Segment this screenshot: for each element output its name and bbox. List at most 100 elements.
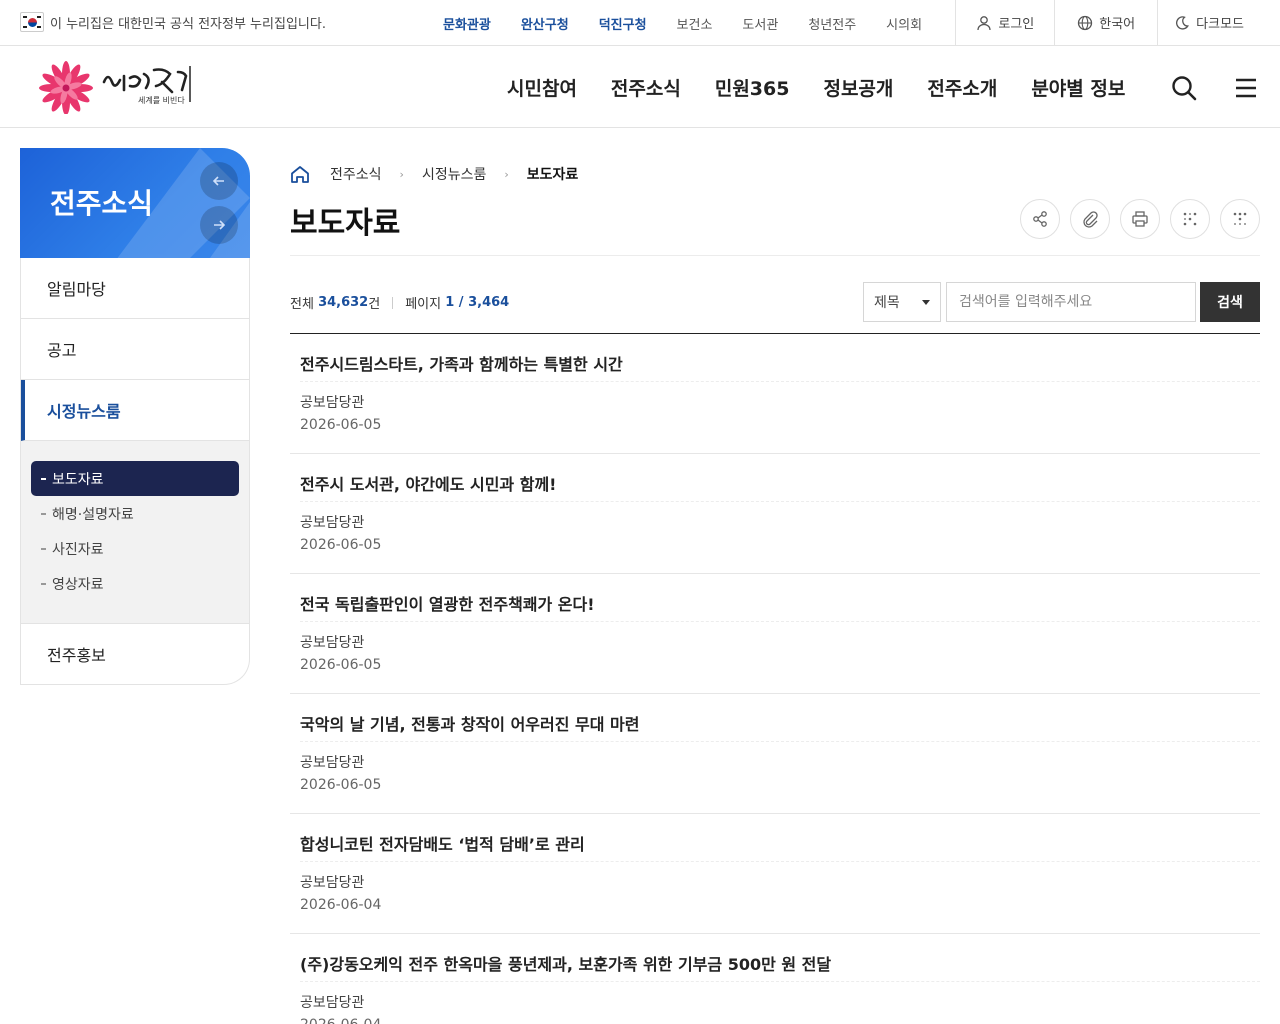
share-icon[interactable] — [1020, 199, 1060, 239]
search-input[interactable] — [946, 282, 1196, 322]
search-icon[interactable] — [1170, 74, 1198, 102]
post-date: 2026-06-05 — [300, 537, 382, 553]
post-writer: 공보담당관 — [300, 875, 365, 891]
family-sites: 문화관광 완산구청 덕진구청 보건소 도서관 청년전주 시의회 — [443, 14, 952, 33]
post-date: 2026-06-04 — [300, 897, 382, 913]
side-item-notice-board[interactable]: 알림마당 — [21, 258, 249, 319]
side-menu: 전주소식 알림마당 공고 시정뉴스룸 보도자료 해명·설명자료 사진자료 영상자… — [20, 148, 250, 685]
gnb-field-information[interactable]: 분야별 정보 — [1031, 74, 1125, 101]
breadcrumb-item[interactable]: 시정뉴스룸 — [422, 164, 486, 184]
post-writer: 공보담당관 — [300, 395, 365, 411]
post-row[interactable]: 전주시드림스타트, 가족과 함께하는 특별한 시간공보담당관 2026-06-05 — [290, 334, 1260, 454]
print-icon[interactable] — [1120, 199, 1160, 239]
top-utility-bar: 이 누리집은 대한민국 공식 전자정부 누리집입니다. 문화관광 완산구청 덕진… — [0, 0, 1280, 46]
post-row[interactable]: 국악의 날 기념, 전통과 창작이 어우러진 무대 마련공보담당관 2026-06… — [290, 694, 1260, 814]
site-link-culture-tour[interactable]: 문화관광 — [443, 14, 491, 33]
chevron-right-icon: › — [399, 167, 404, 181]
site-link-deokjin-gu[interactable]: 덕진구청 — [599, 14, 647, 33]
gov-notice-text: 이 누리집은 대한민국 공식 전자정부 누리집입니다. — [50, 16, 326, 32]
site-link-wansan-gu[interactable]: 완산구청 — [521, 14, 569, 33]
next-menu-button[interactable] — [200, 206, 238, 244]
page-indicator: 1 / 3,464 — [445, 295, 510, 310]
arrow-right-icon — [214, 220, 226, 230]
login-label: 로그인 — [998, 17, 1035, 32]
post-date: 2026-06-05 — [300, 657, 382, 673]
zoom-in-icon[interactable] — [1170, 199, 1210, 239]
language-button[interactable]: 한국어 — [1054, 0, 1157, 45]
home-icon[interactable] — [290, 164, 310, 184]
site-header: 세계를 비빈다 시민참여 전주소식 민원365 정보공개 전주소개 분야별 정보 — [0, 46, 1280, 128]
side-menu-list: 알림마당 공고 시정뉴스룸 보도자료 해명·설명자료 사진자료 영상자료 전주홍… — [20, 258, 250, 685]
sub-item-clarification[interactable]: 해명·설명자료 — [31, 496, 239, 531]
main-navigation: 시민참여 전주소식 민원365 정보공개 전주소개 분야별 정보 — [507, 74, 1125, 101]
page-label: 페이지 — [405, 297, 442, 312]
post-title[interactable]: 전주시드림스타트, 가족과 함께하는 특별한 시간 — [300, 351, 623, 375]
post-writer: 공보담당관 — [300, 755, 365, 771]
page-title: 보도자료 — [290, 206, 401, 241]
korea-flag-icon — [20, 12, 44, 32]
post-title[interactable]: 합성니코틴 전자담배도 ‘법적 담배’로 관리 — [300, 831, 585, 855]
sub-item-label: 사진자료 — [52, 541, 104, 558]
jeonju-logo[interactable]: 세계를 비빈다 — [32, 58, 202, 115]
total-label: 전체 — [290, 297, 314, 312]
sub-item-label: 보도자료 — [52, 471, 104, 488]
gnb-about-jeonju[interactable]: 전주소개 — [927, 74, 997, 101]
post-row[interactable]: 전주시 도서관, 야간에도 시민과 함께! 공보담당관 2026-06-05 — [290, 454, 1260, 574]
post-row[interactable]: 전국 독립출판인이 열광한 전주책쾌가 온다! 공보담당관 2026-06-05 — [290, 574, 1260, 694]
title-divider — [290, 255, 1260, 256]
post-title[interactable]: (주)강동오케익 전주 한옥마을 풍년제과, 보훈가족 위한 기부금 500만 … — [300, 951, 831, 975]
gnb-jeonju-news[interactable]: 전주소식 — [611, 74, 681, 101]
arrow-left-icon — [212, 176, 224, 186]
gnb-civil-service-365[interactable]: 민원365 — [715, 74, 790, 101]
post-row[interactable]: 합성니코틴 전자담배도 ‘법적 담배’로 관리공보담당관 2026-06-04 — [290, 814, 1260, 934]
globe-icon — [1078, 15, 1093, 30]
gnb-information-disclosure[interactable]: 정보공개 — [823, 74, 893, 101]
side-item-city-newsroom[interactable]: 시정뉴스룸 — [21, 380, 249, 441]
site-link-library[interactable]: 도서관 — [742, 14, 778, 33]
side-menu-title: 전주소식 — [50, 187, 154, 220]
breadcrumb-item[interactable]: 전주소식 — [330, 164, 382, 184]
gnb-citizen-participation[interactable]: 시민참여 — [507, 74, 577, 101]
post-title[interactable]: 전국 독립출판인이 열광한 전주책쾌가 온다! — [300, 591, 595, 615]
sub-item-press-release[interactable]: 보도자료 — [31, 461, 239, 496]
attachment-clip-icon[interactable] — [1070, 199, 1110, 239]
post-date: 2026-06-05 — [300, 777, 382, 793]
zoom-out-icon[interactable] — [1220, 199, 1260, 239]
post-writer: 공보담당관 — [300, 635, 365, 651]
post-writer: 공보담당관 — [300, 515, 365, 531]
post-date: 2026-06-04 — [300, 1017, 381, 1024]
site-link-council[interactable]: 시의회 — [886, 14, 922, 33]
post-date: 2026-06-05 — [300, 417, 382, 433]
site-link-health-center[interactable]: 보건소 — [677, 14, 713, 33]
side-item-jeonju-promotion[interactable]: 전주홍보 — [21, 624, 249, 684]
post-title[interactable]: 전주시 도서관, 야간에도 시민과 함께! — [300, 471, 556, 495]
side-menu-header: 전주소식 — [20, 148, 250, 258]
prev-menu-button[interactable] — [200, 162, 238, 200]
moon-icon — [1176, 15, 1190, 30]
post-writer: 공보담당관 — [300, 995, 365, 1011]
utility-menu: 로그인 한국어 다크모드 — [955, 0, 1280, 45]
sub-item-photo[interactable]: 사진자료 — [31, 531, 239, 566]
header-actions — [1136, 74, 1260, 102]
breadcrumb-current: 보도자료 — [526, 167, 579, 183]
board-count: 전체 34,632 건 페이지 1 / 3,464 — [290, 293, 509, 312]
login-button[interactable]: 로그인 — [955, 0, 1054, 45]
dark-mode-label: 다크모드 — [1196, 17, 1244, 32]
site-link-youth[interactable]: 청년전주 — [808, 14, 856, 33]
post-list: 전주시드림스타트, 가족과 함께하는 특별한 시간공보담당관 2026-06-05… — [290, 333, 1260, 1024]
sub-item-label: 해명·설명자료 — [52, 506, 134, 523]
dark-mode-button[interactable]: 다크모드 — [1157, 0, 1280, 45]
post-title[interactable]: 국악의 날 기념, 전통과 창작이 어우러진 무대 마련 — [300, 711, 639, 735]
chevron-right-icon: › — [504, 167, 509, 181]
sub-item-video[interactable]: 영상자료 — [31, 566, 239, 601]
board-search: 제목 검색 — [863, 282, 1260, 322]
menu-hamburger-icon[interactable] — [1232, 74, 1260, 102]
page-tools — [1010, 199, 1260, 239]
user-icon — [977, 15, 992, 30]
total-unit: 건 — [368, 297, 381, 312]
search-button[interactable]: 검색 — [1200, 282, 1260, 322]
caret-down-icon — [922, 300, 930, 305]
post-row[interactable]: (주)강동오케익 전주 한옥마을 풍년제과, 보훈가족 위한 기부금 500만 … — [290, 934, 1260, 1024]
search-type-select[interactable]: 제목 — [863, 282, 941, 322]
side-item-announcement[interactable]: 공고 — [21, 319, 249, 380]
